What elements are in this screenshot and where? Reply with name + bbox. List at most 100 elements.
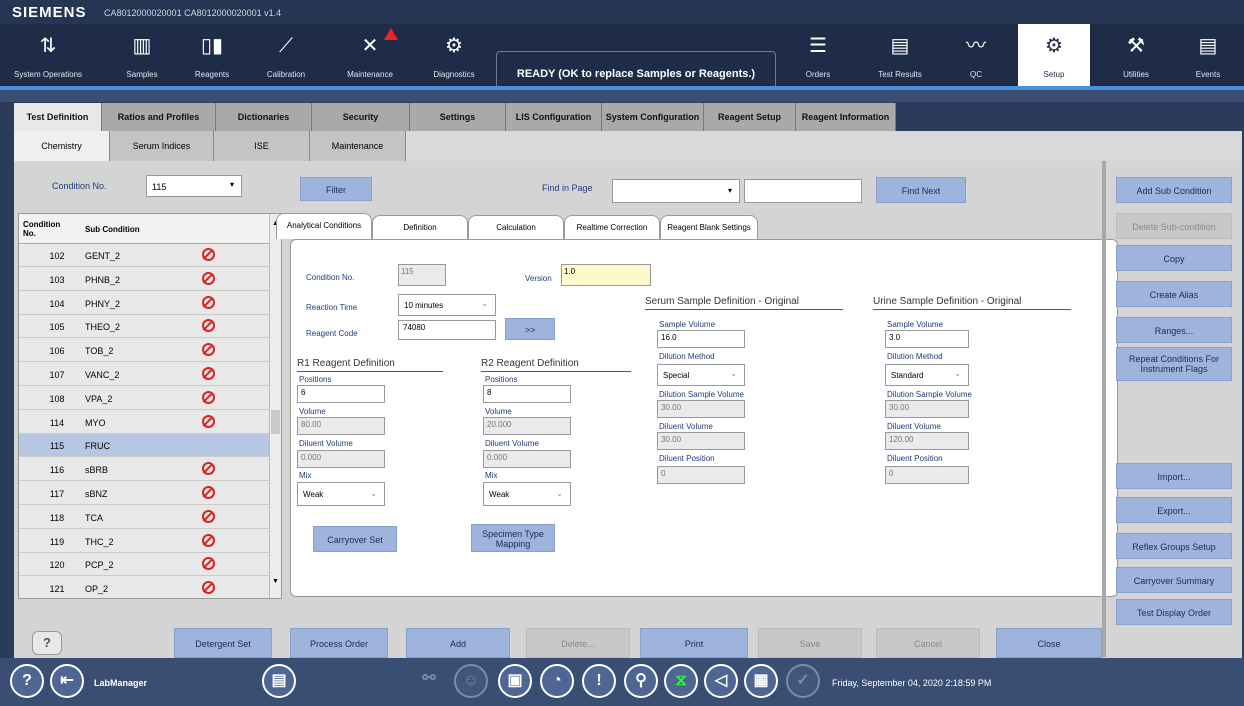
urine-sample-volume-field[interactable]: 3.0 [885,330,969,348]
scroll-thumb[interactable] [271,410,280,434]
table-row[interactable]: 115 FRUC [19,434,269,458]
tab-realtime-correction[interactable]: Realtime Correction [564,215,660,240]
table-row[interactable]: 105 THEO_2 [19,315,269,339]
filter-button[interactable]: Filter [300,177,372,201]
add-sub-condition-button[interactable]: Add Sub Condition [1116,177,1232,203]
help-button[interactable]: ? [32,631,62,655]
tab-reagent-blank-settings[interactable]: Reagent Blank Settings [660,215,758,240]
tab-maintenance[interactable]: Maintenance [310,131,406,161]
tab-ise[interactable]: ISE [214,131,310,161]
reflex-groups-setup-button[interactable]: Reflex Groups Setup [1116,533,1232,559]
hourglass-icon[interactable]: ⧖ [664,664,698,698]
scroll-down-icon[interactable]: ▼ [272,578,279,585]
gauge-icon[interactable]: ◔ [540,664,574,698]
table-row[interactable]: 117 sBNZ [19,482,269,505]
r2-positions-field[interactable]: 8 [483,385,571,403]
table-row[interactable]: 120 PCP_2 [19,553,269,577]
r2-mix-select[interactable]: Weak ⌄ [483,482,571,506]
tab-test-definition[interactable]: Test Definition [14,103,102,131]
nav-events[interactable]: ▤ Events [1180,24,1236,90]
tab-ratios-and-profiles[interactable]: Ratios and Profiles [102,103,216,131]
nav-system-operations[interactable]: ⇅ System Operations [10,24,86,90]
table-row[interactable]: 119 THC_2 [19,529,269,553]
table-row[interactable]: 104 PHNY_2 [19,291,269,315]
r1-positions-field[interactable]: 6 [297,385,385,403]
repeat-conditions-button[interactable]: Repeat Conditions For Instrument Flags [1116,347,1232,381]
find-input[interactable] [744,179,862,203]
nav-diagnostics[interactable]: ⚙ Diagnostics [422,24,486,90]
table-row[interactable]: 102 GENT_2 [19,244,269,267]
table-row[interactable]: 116 sBRB [19,458,269,482]
logout-icon[interactable]: ⇤ [50,664,84,698]
table-row[interactable]: 107 VANC_2 [19,363,269,386]
tab-chemistry[interactable]: Chemistry [14,131,110,161]
table-row[interactable]: 118 TCA [19,505,269,529]
help-circle-icon[interactable]: ? [10,664,44,698]
carryover-summary-button[interactable]: Carryover Summary [1116,567,1232,593]
instrument-icon[interactable]: ▣ [498,664,532,698]
cancel-button[interactable]: Cancel [876,628,980,658]
tab-calculation[interactable]: Calculation [468,215,564,240]
ranges-button[interactable]: Ranges... [1116,317,1232,343]
sub-condition-name: TOB_2 [85,346,114,357]
tab-analytical-conditions[interactable]: Analytical Conditions [276,213,372,239]
close-button[interactable]: Close [996,628,1102,658]
search-icon[interactable]: ⚲ [624,664,658,698]
nav-reagents[interactable]: ▯▮ Reagents [182,24,242,90]
urine-dilution-method-select[interactable]: Standard ⌄ [885,364,969,386]
carryover-set-button[interactable]: Carryover Set [313,526,397,552]
serum-dilution-sample-volume-label: Dilution Sample Volume [659,390,744,399]
find-next-button[interactable]: Find Next [876,177,966,203]
create-alias-button[interactable]: Create Alias [1116,281,1232,307]
nav-qc[interactable]: 〰 QC [948,24,1004,90]
delete-sub-condition-button[interactable]: Delete Sub-condition [1116,213,1232,239]
printer-alert-icon[interactable]: ▦ [744,664,778,698]
tab-security[interactable]: Security [312,103,410,131]
nav-orders[interactable]: ☰ Orders [792,24,844,90]
specimen-type-mapping-button[interactable]: Specimen Type Mapping [471,524,555,552]
alert-icon[interactable]: ! [582,664,616,698]
copy-button[interactable]: Copy [1116,245,1232,271]
table-row[interactable]: 114 MYO [19,410,269,434]
version-field[interactable]: 1.0 [561,264,651,286]
process-order-button[interactable]: Process Order [290,628,388,658]
table-row[interactable]: 103 PHNB_2 [19,267,269,291]
blocked-icon [202,509,215,523]
tab-reagent-information[interactable]: Reagent Information [796,103,896,131]
nav-calibration[interactable]: ⟋ Calibration [254,24,318,90]
serum-sample-volume-field[interactable]: 16.0 [657,330,745,348]
tab-dictionaries[interactable]: Dictionaries [216,103,312,131]
import-button[interactable]: Import... [1116,463,1232,489]
delete-button[interactable]: Delete... [526,628,630,658]
tab-settings[interactable]: Settings [410,103,506,131]
find-scope-select[interactable]: ▾ [612,179,740,203]
export-button[interactable]: Export... [1116,497,1232,523]
reagent-code-go-button[interactable]: >> [505,318,555,340]
tab-system-configuration[interactable]: System Configuration [602,103,704,131]
print-button[interactable]: Print [640,628,748,658]
add-button[interactable]: Add [406,628,510,658]
nav-samples[interactable]: ▥ Samples [112,24,172,90]
reaction-time-select[interactable]: 10 minutes ⌄ [398,294,496,316]
table-row[interactable]: 108 VPA_2 [19,386,269,410]
tab-reagent-setup[interactable]: Reagent Setup [704,103,796,131]
notebook-icon[interactable]: ▤ [262,664,296,698]
serum-dilution-method-select[interactable]: Special ⌄ [657,364,745,386]
tab-serum-indices[interactable]: Serum Indices [110,131,214,161]
nav-setup[interactable]: ⚙ Setup [1018,24,1090,90]
nav-utilities[interactable]: ⚒ Utilities [1108,24,1164,90]
detergent-set-button[interactable]: Detergent Set [174,628,272,658]
reagent-code-field[interactable]: 74080 [398,320,496,340]
tab-definition[interactable]: Definition [372,215,468,240]
nav-test-results[interactable]: ▤ Test Results [862,24,938,90]
volume-icon[interactable]: ◁ [704,664,738,698]
list-scrollbar[interactable]: ▲ ▼ [269,214,281,598]
tab-lis-configuration[interactable]: LIS Configuration [506,103,602,131]
save-button[interactable]: Save [758,628,862,658]
condition-no-select[interactable]: 115 ▾ [146,175,242,197]
table-row[interactable]: 106 TOB_2 [19,339,269,363]
test-display-order-button[interactable]: Test Display Order [1116,599,1232,625]
nav-maintenance[interactable]: ✕ Maintenance [332,24,408,90]
r1-mix-select[interactable]: Weak ⌄ [297,482,385,506]
table-row[interactable]: 121 OP_2 [19,577,269,598]
